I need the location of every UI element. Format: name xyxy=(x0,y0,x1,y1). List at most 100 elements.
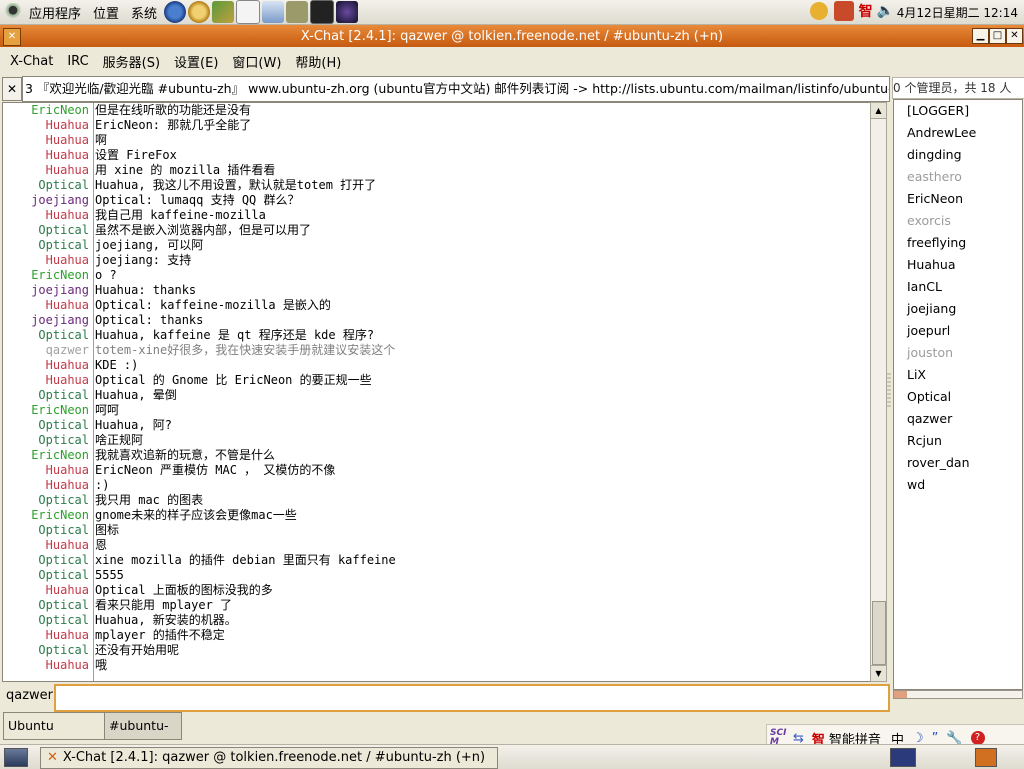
chat-nick[interactable]: Huahua xyxy=(3,133,95,148)
chat-nick[interactable]: EricNeon xyxy=(3,103,95,118)
chat-nick[interactable]: Optical xyxy=(3,643,95,658)
minimize-button[interactable]: ▁ xyxy=(972,28,989,44)
chat-nick[interactable]: Huahua xyxy=(3,463,95,478)
ime-tray-icon[interactable]: 智 xyxy=(859,1,873,21)
updates-icon[interactable] xyxy=(833,1,854,21)
books-icon[interactable] xyxy=(212,1,235,23)
user-list-item[interactable]: IanCL xyxy=(894,276,1022,298)
scroll-up-button[interactable]: ▲ xyxy=(871,103,886,119)
user-list-item[interactable]: joejiang xyxy=(894,298,1022,320)
chat-nick[interactable]: Huahua xyxy=(3,358,95,373)
chat-scrollbar[interactable]: ▲ ▼ xyxy=(870,102,887,682)
mail-icon[interactable] xyxy=(262,1,285,23)
help-icon[interactable]: ? xyxy=(970,731,985,745)
text-editor-icon[interactable] xyxy=(236,0,261,24)
space-app-icon[interactable] xyxy=(336,1,359,23)
chat-nick[interactable]: Optical xyxy=(3,598,95,613)
user-list-item[interactable]: Rcjun xyxy=(894,430,1022,452)
user-list-item[interactable]: exorcis xyxy=(894,210,1022,232)
menu-xchat[interactable]: X-Chat xyxy=(3,54,60,69)
chat-nick[interactable]: Huahua xyxy=(3,373,95,388)
chat-nick[interactable]: Huahua xyxy=(3,148,95,163)
chat-nick[interactable]: Optical xyxy=(3,613,95,628)
close-tab-button[interactable]: ✕ xyxy=(2,77,22,101)
workspace-2-icon[interactable] xyxy=(975,748,997,767)
chat-nick[interactable]: joejiang xyxy=(3,193,95,208)
menu-settings[interactable]: 设置(E) xyxy=(167,52,225,71)
chat-nick[interactable]: Optical xyxy=(3,523,95,538)
chat-nick[interactable]: Optical xyxy=(3,433,95,448)
menu-places[interactable]: 位置 xyxy=(87,3,125,22)
chat-log[interactable]: EricNeon 但是在线听歌的功能还是没有 Huahua EricNeon: 那就几… xyxy=(2,102,871,682)
scroll-down-button[interactable]: ▼ xyxy=(871,665,886,681)
user-list-item[interactable]: Optical xyxy=(894,386,1022,408)
chat-nick[interactable]: Optical xyxy=(3,238,95,253)
chat-nick[interactable]: Huahua xyxy=(3,628,95,643)
scroll-thumb[interactable] xyxy=(872,601,886,665)
volume-icon[interactable]: 🔈 xyxy=(877,3,894,19)
chat-nick[interactable]: Optical xyxy=(3,388,95,403)
maximize-button[interactable]: □ xyxy=(989,28,1006,44)
chat-nick[interactable]: Optical xyxy=(3,178,95,193)
chat-nick[interactable]: Huahua xyxy=(3,253,95,268)
chat-nick[interactable]: Optical xyxy=(3,418,95,433)
menu-window[interactable]: 窗口(W) xyxy=(225,52,288,71)
tab-ubuntu-zh[interactable]: #ubuntu-zh xyxy=(104,712,182,759)
menu-server[interactable]: 服务器(S) xyxy=(96,52,167,71)
user-icon[interactable] xyxy=(809,2,828,20)
user-list-item[interactable]: rover_dan xyxy=(894,452,1022,474)
chat-nick[interactable]: Huahua xyxy=(3,538,95,553)
workspace-1-icon[interactable] xyxy=(890,748,916,767)
close-window-button[interactable]: ✕ xyxy=(1006,28,1023,44)
chat-nick[interactable]: Optical xyxy=(3,553,95,568)
chat-nick[interactable]: EricNeon xyxy=(3,448,95,463)
chat-nick[interactable]: Optical xyxy=(3,328,95,343)
menu-applications[interactable]: 应用程序 xyxy=(23,3,87,22)
chat-nick[interactable]: Optical xyxy=(3,223,95,238)
user-list-item[interactable]: wd xyxy=(894,474,1022,496)
user-list-item[interactable]: easthero xyxy=(894,166,1022,188)
xchat-app-icon[interactable]: ✕ xyxy=(3,28,21,46)
user-list-item[interactable]: LiX xyxy=(894,364,1022,386)
chat-nick[interactable]: EricNeon xyxy=(3,403,95,418)
chat-nick[interactable]: Huahua xyxy=(3,658,95,673)
menu-help[interactable]: 帮助(H) xyxy=(288,52,348,71)
topic-bar[interactable]: 3 『欢迎光临/歡迎光臨 #ubuntu-zh』 www.ubuntu-zh.o… xyxy=(22,76,890,102)
tab-ubuntu-servers[interactable]: Ubuntu Servers xyxy=(3,712,107,759)
menu-system[interactable]: 系统 xyxy=(125,3,163,22)
chat-nick[interactable]: Huahua xyxy=(3,478,95,493)
taskbar-task-xchat[interactable]: ✕ X-Chat [2.4.1]: qazwer @ tolkien.freen… xyxy=(40,747,498,769)
user-list-item[interactable]: Huahua xyxy=(894,254,1022,276)
chat-nick[interactable]: Huahua xyxy=(3,163,95,178)
show-desktop-icon[interactable] xyxy=(4,748,28,767)
user-list-item[interactable]: [LOGGER] xyxy=(894,100,1022,122)
chat-nick[interactable]: joejiang xyxy=(3,313,95,328)
user-list-item[interactable]: jouston xyxy=(894,342,1022,364)
chat-nick[interactable]: Huahua xyxy=(3,583,95,598)
chat-nick[interactable]: EricNeon xyxy=(3,508,95,523)
menu-irc[interactable]: IRC xyxy=(60,54,95,69)
clock[interactable]: 4月12日星期二 12:14 xyxy=(897,4,1018,21)
user-list-item[interactable]: EricNeon xyxy=(894,188,1022,210)
terminal-icon[interactable] xyxy=(310,0,335,24)
chat-nick[interactable]: Huahua xyxy=(3,208,95,223)
archive-icon[interactable] xyxy=(286,1,309,23)
user-list-item[interactable]: joepurl xyxy=(894,320,1022,342)
chat-nick[interactable]: Huahua xyxy=(3,298,95,313)
pane-splitter[interactable] xyxy=(886,370,892,410)
chat-nick[interactable]: joejiang xyxy=(3,283,95,298)
chat-nick[interactable]: qazwer xyxy=(3,343,95,358)
clock-app-icon[interactable] xyxy=(188,1,211,23)
input-nick-button[interactable]: qazwer xyxy=(6,688,53,703)
gnome-foot-icon[interactable] xyxy=(4,3,22,21)
user-list-item[interactable]: AndrewLee xyxy=(894,122,1022,144)
window-titlebar[interactable]: ✕ X-Chat [2.4.1]: qazwer @ tolkien.freen… xyxy=(0,25,1024,47)
chat-nick[interactable]: Optical xyxy=(3,493,95,508)
chat-nick[interactable]: Huahua xyxy=(3,118,95,133)
user-list[interactable]: [LOGGER] AndrewLee dingding easthero EricNeo… xyxy=(893,99,1023,690)
message-input[interactable] xyxy=(54,684,890,712)
chat-nick[interactable]: Optical xyxy=(3,568,95,583)
user-list-item[interactable]: dingding xyxy=(894,144,1022,166)
browser-globe-icon[interactable] xyxy=(164,1,187,23)
user-list-item[interactable]: freeflying xyxy=(894,232,1022,254)
